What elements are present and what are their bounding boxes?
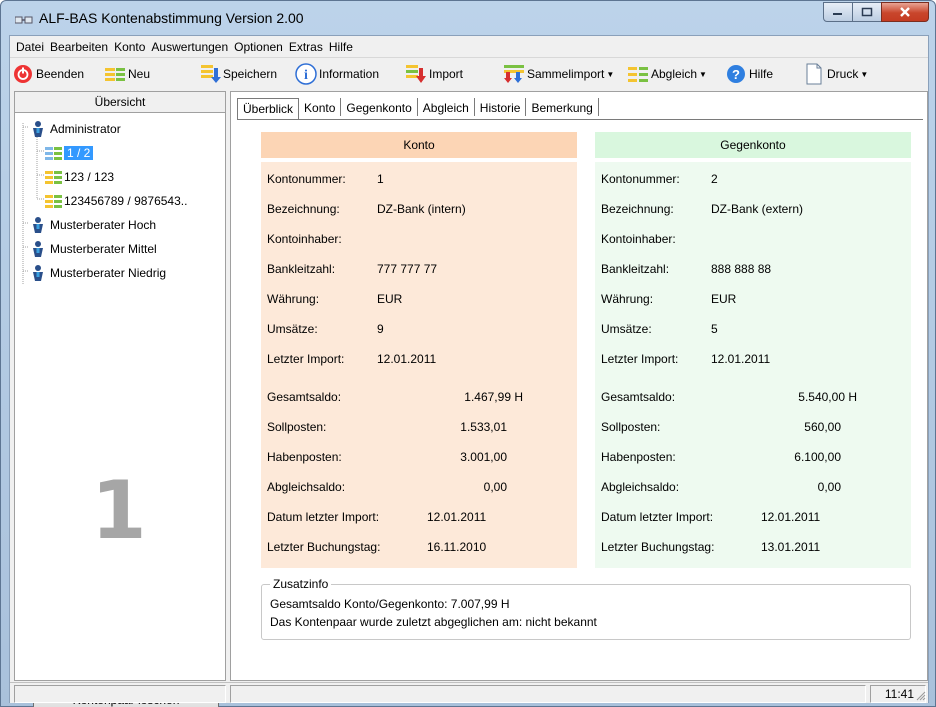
dropdown-arrow-icon: ▼ <box>699 69 707 79</box>
overview-header: Übersicht <box>15 92 225 113</box>
hilfe-button[interactable]: ? Hilfe <box>725 62 803 86</box>
zusatzinfo-gesamtsaldo: Gesamtsaldo Konto/Gegenkonto: 7.007,99 H <box>270 597 510 611</box>
tree-item-musterberater-mittel[interactable]: Musterberater Mittel <box>15 237 225 261</box>
menu-datei[interactable]: Datei <box>16 40 44 54</box>
help-icon: ? <box>725 63 747 85</box>
user-icon <box>33 121 43 137</box>
beenden-label: Beenden <box>36 67 85 81</box>
account-pair-icon <box>45 171 62 184</box>
status-cell-main <box>230 685 866 703</box>
minimize-icon <box>833 13 842 15</box>
document-icon <box>803 63 825 85</box>
tree-item-account-pair[interactable]: 1 / 2 <box>15 141 225 165</box>
window-title: ALF-BAS Kontenabstimmung Version 2.00 <box>39 10 304 26</box>
resize-grip-icon[interactable] <box>916 691 926 701</box>
menu-auswertungen[interactable]: Auswertungen <box>151 40 228 54</box>
overview-panel: Übersicht Administrator 1 / 2 123 / 123 … <box>14 91 226 707</box>
zusatzinfo-abgleich-status: Das Kontenpaar wurde zuletzt abgeglichen… <box>270 615 597 629</box>
close-icon <box>900 7 910 17</box>
status-cell-left <box>14 685 226 703</box>
close-button[interactable] <box>881 2 929 22</box>
menu-optionen[interactable]: Optionen <box>234 40 283 54</box>
information-button[interactable]: i Information <box>295 62 405 86</box>
tab-historie[interactable]: Historie <box>474 98 527 116</box>
status-bar: 11:41 <box>10 682 928 703</box>
info-icon: i <box>295 63 317 85</box>
app-window: ALF-BAS Kontenabstimmung Version 2.00 Da… <box>0 0 936 707</box>
dropdown-arrow-icon: ▼ <box>860 69 869 79</box>
tab-strip: Überblick Konto Gegenkonto Abgleich Hist… <box>237 98 599 120</box>
sammelimport-label: Sammelimport <box>527 67 605 81</box>
tree-item-administrator[interactable]: Administrator <box>15 117 225 141</box>
import-icon <box>405 63 427 85</box>
toolbar: Beenden Neu Speichern i Information Impo… <box>10 59 928 89</box>
tab-divider <box>237 119 923 120</box>
tab-ueberblick[interactable]: Überblick <box>237 98 300 119</box>
tab-bemerkung[interactable]: Bemerkung <box>526 98 599 116</box>
speichern-label: Speichern <box>223 67 278 81</box>
selected-count-display: 1 <box>91 464 147 557</box>
gegenkonto-header: Gegenkonto <box>595 132 911 158</box>
client-area: Datei Bearbeiten Konto Auswertungen Opti… <box>9 35 929 707</box>
detail-panel: Überblick Konto Gegenkonto Abgleich Hist… <box>230 91 928 681</box>
konto-body: Kontonummer: 1 Bezeichnung: DZ-Bank (inter… <box>261 162 577 568</box>
power-icon <box>12 63 34 85</box>
druck-label: Druck <box>827 67 859 81</box>
tree-item-musterberater-hoch[interactable]: Musterberater Hoch <box>15 213 225 237</box>
zusatzinfo-legend: Zusatzinfo <box>270 577 332 591</box>
beenden-button[interactable]: Beenden <box>12 62 104 86</box>
abgleich-button[interactable]: Abgleich ▼ <box>627 62 725 86</box>
gegenkonto-body: Kontonummer: 2 Bezeichnung: DZ-Bank (exter… <box>595 162 911 568</box>
konto-header: Konto <box>261 132 577 158</box>
batch-import-icon <box>503 63 525 85</box>
account-pair-icon <box>45 195 62 208</box>
sammelimport-button[interactable]: Sammelimport ▼ <box>503 62 627 86</box>
title-bar[interactable]: ALF-BAS Kontenabstimmung Version 2.00 <box>1 1 935 35</box>
import-label: Import <box>429 67 464 81</box>
minimize-button[interactable] <box>823 2 853 22</box>
import-button[interactable]: Import <box>405 62 503 86</box>
svg-text:?: ? <box>732 67 740 82</box>
new-icon <box>104 63 126 85</box>
status-time: 11:41 <box>884 687 914 701</box>
konto-column: Konto Kontonummer: 1 Bezeichnung: DZ-Bank … <box>261 132 577 568</box>
tree-item-account-pair[interactable]: 123456789 / 9876543.. <box>15 189 225 213</box>
svg-text:i: i <box>304 68 308 83</box>
druck-button[interactable]: Druck ▼ <box>803 62 883 86</box>
user-icon <box>33 241 43 257</box>
neu-button[interactable]: Neu <box>104 62 199 86</box>
menu-hilfe[interactable]: Hilfe <box>329 40 353 54</box>
account-tree: Administrator 1 / 2 123 / 123 123456789 … <box>15 113 225 285</box>
maximize-icon <box>861 7 873 17</box>
tab-abgleich[interactable]: Abgleich <box>417 98 475 116</box>
user-icon <box>33 265 43 281</box>
menu-bearbeiten[interactable]: Bearbeiten <box>50 40 108 54</box>
tab-gegenkonto[interactable]: Gegenkonto <box>341 98 418 116</box>
tree-item-account-pair[interactable]: 123 / 123 <box>15 165 225 189</box>
information-label: Information <box>319 67 380 81</box>
abgleich-label: Abgleich <box>651 67 698 81</box>
neu-label: Neu <box>128 67 151 81</box>
speichern-button[interactable]: Speichern <box>199 62 295 86</box>
menu-extras[interactable]: Extras <box>289 40 323 54</box>
dropdown-arrow-icon: ▼ <box>606 69 615 79</box>
gegenkonto-column: Gegenkonto Kontonummer: 2 Bezeichnung: DZ-… <box>595 132 911 568</box>
menu-konto[interactable]: Konto <box>114 40 145 54</box>
account-pair-icon <box>45 147 62 160</box>
user-icon <box>33 217 43 233</box>
menu-bar: Datei Bearbeiten Konto Auswertungen Opti… <box>10 36 928 58</box>
app-icon <box>15 16 33 24</box>
hilfe-label: Hilfe <box>749 67 774 81</box>
tree-item-musterberater-niedrig[interactable]: Musterberater Niedrig <box>15 261 225 285</box>
tab-konto[interactable]: Konto <box>299 98 342 116</box>
maximize-button[interactable] <box>852 2 882 22</box>
reconcile-icon <box>627 63 649 85</box>
zusatzinfo-groupbox: Zusatzinfo Gesamtsaldo Konto/Gegenkonto:… <box>261 577 911 640</box>
save-icon <box>199 63 221 85</box>
